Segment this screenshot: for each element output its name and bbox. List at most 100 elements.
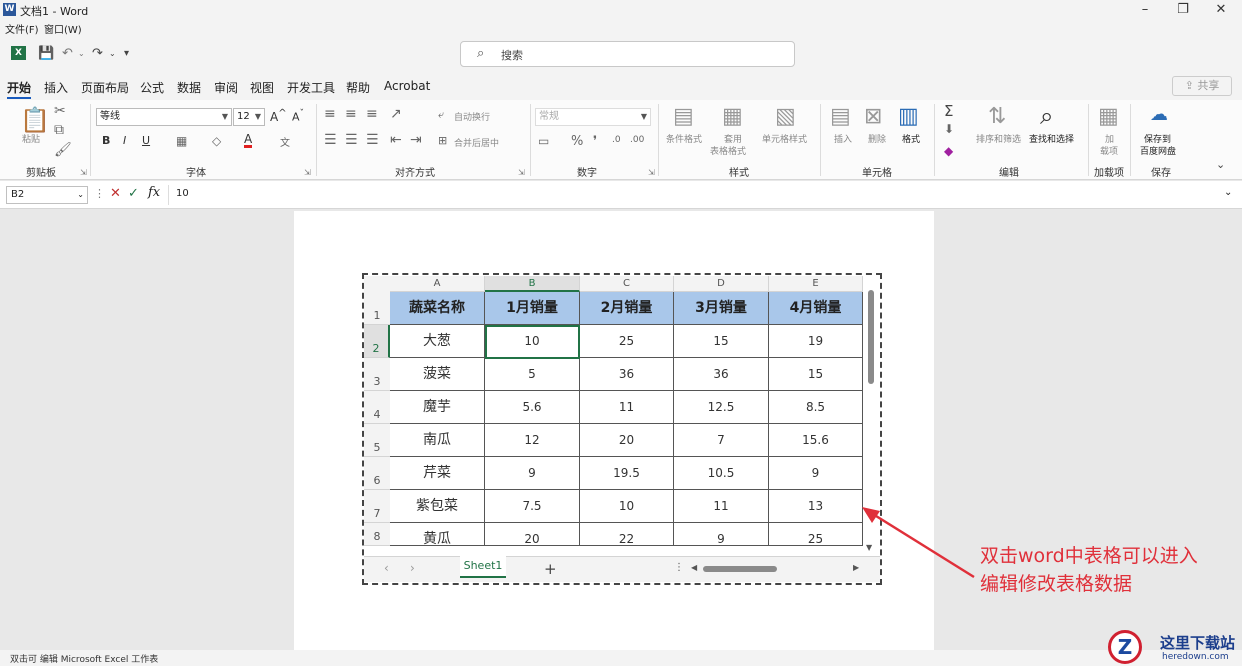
align-bottom-icon[interactable]: ≡ [366,106,378,122]
percent-icon[interactable]: % [571,134,583,149]
wrap-text-icon[interactable]: ⤶ [438,108,444,122]
table-cell[interactable]: 13 [769,490,863,523]
format-as-table-label-2[interactable]: 表格格式 [710,144,746,157]
table-header-cell[interactable]: 2月销量 [580,292,674,325]
tab-insert[interactable]: 插入 [44,79,68,96]
conditional-format-label[interactable]: 条件格式 [666,132,702,145]
bold-icon[interactable]: B [102,134,110,147]
select-all-corner[interactable] [364,276,390,292]
redo-icon[interactable]: ↷ [92,46,103,61]
copy-icon[interactable]: ⧉ [54,122,64,138]
shrink-font-icon[interactable]: Aˇ [292,108,304,124]
row-header[interactable]: 4 [364,391,390,424]
decrease-decimal-icon[interactable]: .00 [630,135,644,145]
column-header[interactable]: B [485,276,580,292]
orientation-icon[interactable]: ↗ [390,106,402,122]
undo-icon[interactable]: ↶ [62,46,73,61]
table-cell[interactable]: 8.5 [769,391,863,424]
align-middle-icon[interactable]: ≡ [345,106,357,122]
vertical-scroll-thumb[interactable] [868,290,874,384]
tab-page-layout[interactable]: 页面布局 [81,79,129,96]
sheet-tab[interactable]: Sheet1 [460,556,506,578]
collapse-ribbon-icon[interactable]: ⌄ [1216,158,1225,171]
find-select-label[interactable]: 查找和选择 [1029,132,1074,145]
align-right-icon[interactable]: ☰ [366,132,379,148]
clipboard-launcher-icon[interactable]: ⇲ [80,168,87,177]
font-name-select[interactable]: 等线 ▼ [96,108,232,126]
phonetic-icon[interactable]: 文 [280,134,290,149]
fill-icon[interactable]: ⬇ [944,122,954,136]
table-cell[interactable]: 菠菜 [390,358,485,391]
table-cell[interactable]: 9 [674,523,769,546]
search-box[interactable]: ⌕ 搜索 [460,41,795,67]
font-size-select[interactable]: 12 ▼ [233,108,265,126]
format-cells-label[interactable]: 格式 [902,132,920,145]
autosum-icon[interactable]: Σ [944,102,953,120]
table-cell[interactable]: 36 [674,358,769,391]
insert-cells-icon[interactable]: ▤ [830,104,851,129]
column-header[interactable]: D [674,276,769,292]
delete-cells-icon[interactable]: ⊠ [864,104,882,129]
insert-function-icon[interactable]: fx [148,185,160,200]
table-cell[interactable]: 紫包菜 [390,490,485,523]
table-cell[interactable]: 20 [485,523,580,546]
table-header-cell[interactable]: 3月销量 [674,292,769,325]
table-cell[interactable]: 5.6 [485,391,580,424]
cell-styles-icon[interactable]: ▧ [775,104,796,129]
minimize-button[interactable]: – [1130,1,1160,19]
table-cell[interactable]: 11 [580,391,674,424]
customize-qat-icon[interactable]: ▾ [124,48,129,59]
insert-cells-label[interactable]: 插入 [834,132,852,145]
clear-icon[interactable]: ◆ [944,144,953,158]
table-cell[interactable]: 9 [769,457,863,490]
table-cell[interactable]: 南瓜 [390,424,485,457]
tab-home[interactable]: 开始 [7,79,32,99]
table-cell[interactable]: 芹菜 [390,457,485,490]
increase-indent-icon[interactable]: ⇥ [410,132,422,148]
align-center-icon[interactable]: ☰ [345,132,358,148]
scroll-left-icon[interactable]: ◀ [691,563,697,572]
confirm-entry-icon[interactable]: ✓ [128,186,139,201]
addins-icon[interactable]: ▦ [1098,104,1119,129]
table-cell[interactable]: 25 [769,523,863,546]
save-baidu-label-2[interactable]: 百度网盘 [1140,144,1176,157]
table-cell[interactable]: 7 [674,424,769,457]
row-header[interactable]: 8 [364,523,390,546]
format-cells-icon[interactable]: ▥ [898,104,919,129]
table-cell[interactable]: 25 [580,325,674,358]
table-cell[interactable]: 黄瓜 [390,523,485,546]
cell-styles-label[interactable]: 单元格样式 [762,132,807,145]
grow-font-icon[interactable]: A^ [270,108,287,124]
tab-review[interactable]: 审阅 [214,79,238,96]
merge-center-label[interactable]: 合并后居中 [454,136,499,149]
format-as-table-icon[interactable]: ▦ [722,104,743,129]
baidu-cloud-icon[interactable]: ☁ [1150,104,1168,125]
formula-value[interactable]: 10 [176,188,189,199]
undo-dropdown-icon[interactable]: ⌄ [78,49,85,58]
table-cell[interactable]: 15 [674,325,769,358]
accounting-format-icon[interactable]: ▭ [538,134,549,148]
add-sheet-icon[interactable]: + [544,560,557,578]
table-cell[interactable]: 10 [580,490,674,523]
table-cell[interactable]: 15.6 [769,424,863,457]
table-header-cell[interactable]: 蔬菜名称 [390,292,485,325]
menu-file[interactable]: 文件(F) [5,21,39,36]
delete-cells-label[interactable]: 删除 [868,132,886,145]
row-header[interactable]: 1 [364,292,390,325]
table-cell[interactable]: 魔芋 [390,391,485,424]
table-cell[interactable]: 22 [580,523,674,546]
cancel-entry-icon[interactable]: ✕ [110,186,121,201]
table-cell[interactable]: 大葱 [390,325,485,358]
redo-dropdown-icon[interactable]: ⌄ [109,49,116,58]
font-launcher-icon[interactable]: ⇲ [304,168,311,177]
close-button[interactable]: ✕ [1206,1,1236,19]
borders-icon[interactable]: ▦ [176,134,187,148]
paste-icon[interactable]: 📋 [20,106,50,134]
table-cell[interactable]: 9 [485,457,580,490]
tab-help[interactable]: 帮助 [346,79,370,96]
table-cell[interactable]: 12.5 [674,391,769,424]
addins-label-2[interactable]: 载项 [1100,144,1118,157]
table-cell[interactable]: 20 [580,424,674,457]
next-sheet-icon[interactable]: › [410,561,415,575]
table-header-cell[interactable]: 4月销量 [769,292,863,325]
